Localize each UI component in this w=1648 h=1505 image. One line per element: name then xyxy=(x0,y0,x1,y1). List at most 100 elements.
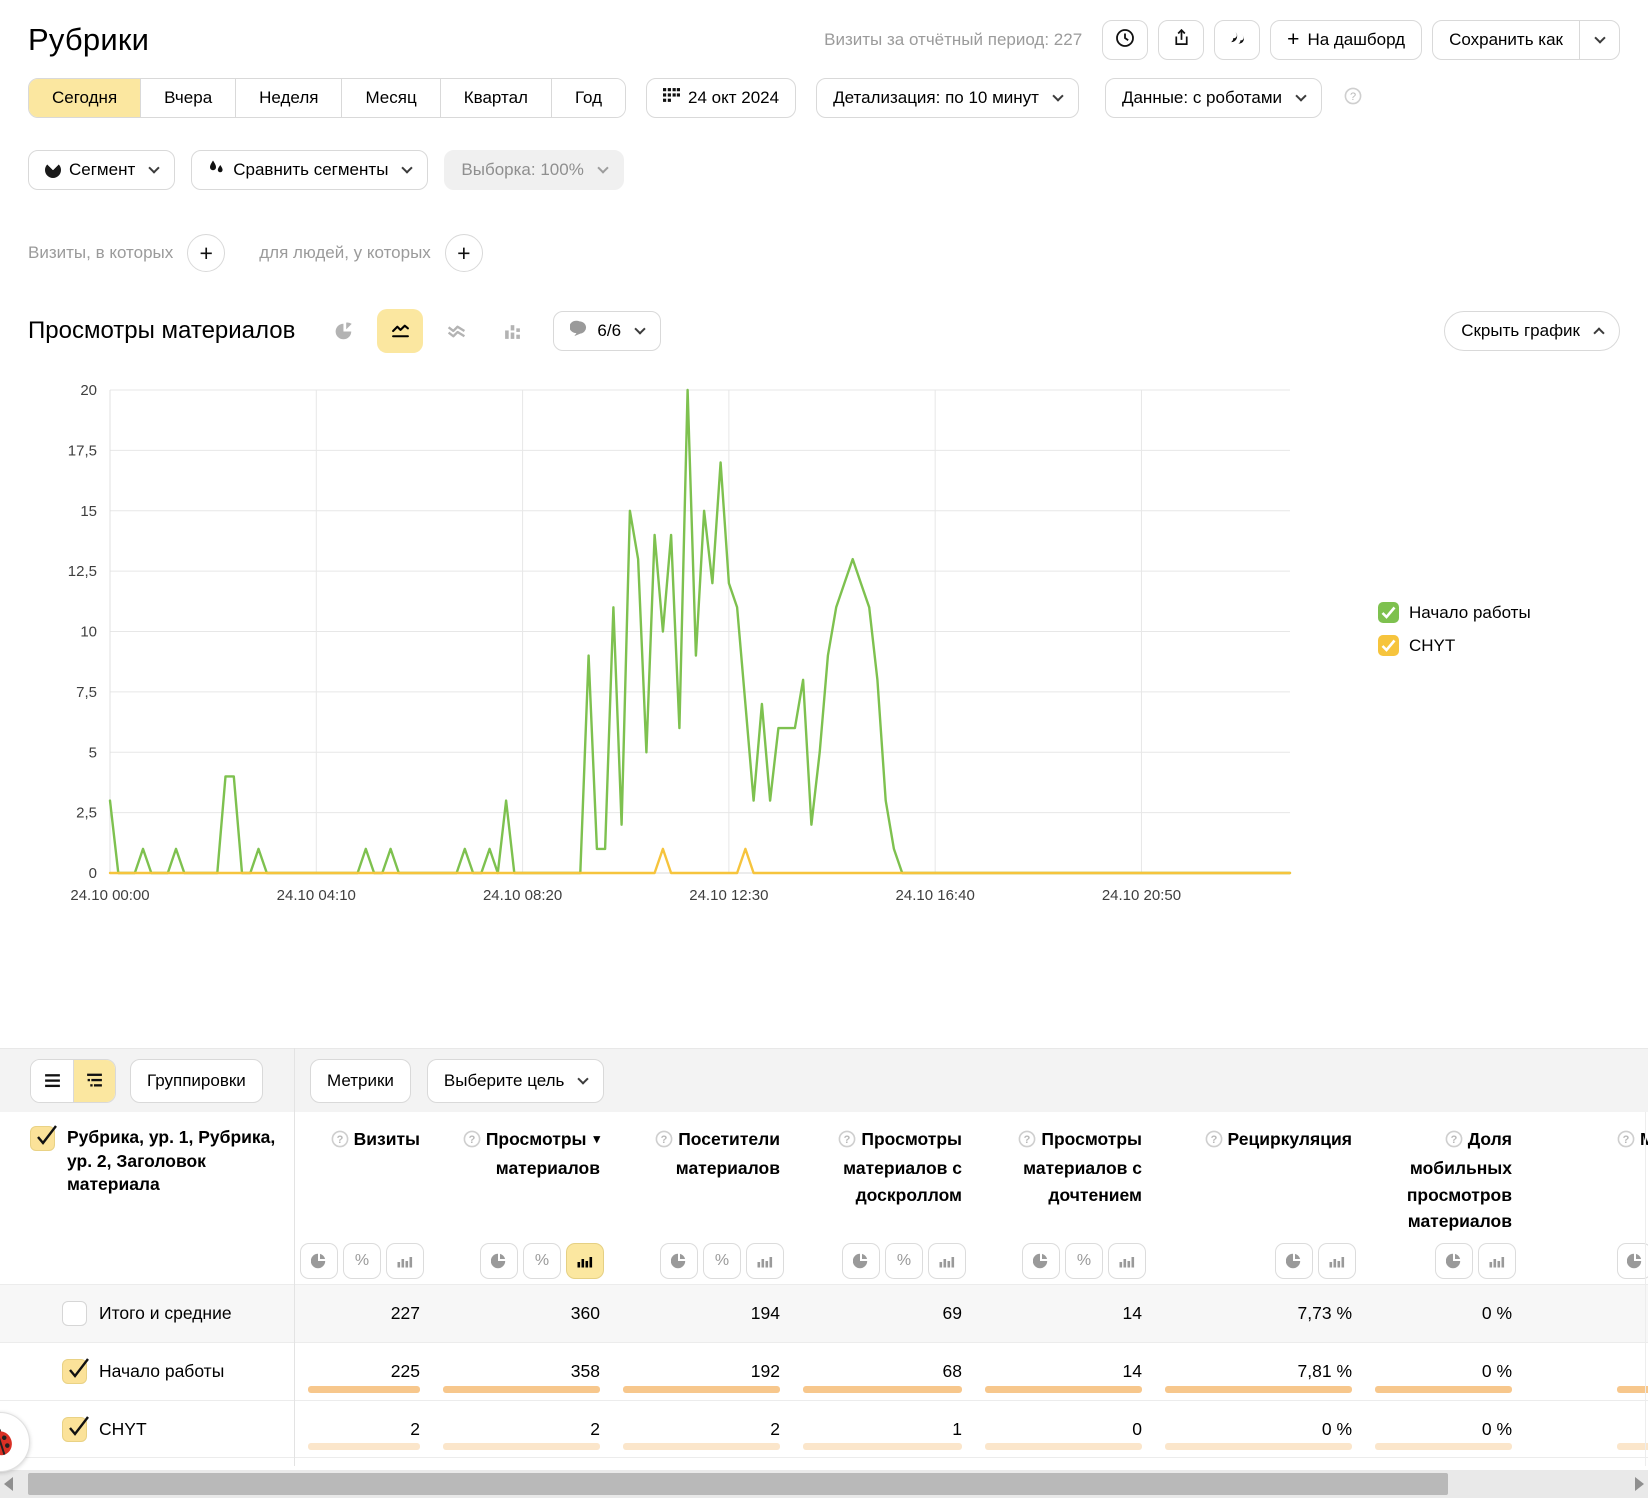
column-chart-icon[interactable] xyxy=(489,309,535,353)
bars-toggle-icon[interactable] xyxy=(1478,1243,1516,1279)
pie-toggle-icon[interactable] xyxy=(480,1243,518,1279)
compare-segments-button[interactable]: Сравнить сегменты xyxy=(191,150,428,190)
column-header-1[interactable]: ?Визиты xyxy=(295,1126,430,1155)
add-people-filter-button[interactable]: + xyxy=(445,234,483,272)
add-to-dashboard-button[interactable]: + На дашборд xyxy=(1270,20,1422,60)
column-toggles-3: % xyxy=(610,1243,790,1279)
row-checkbox[interactable] xyxy=(62,1417,87,1442)
svg-text:?: ? xyxy=(1350,91,1356,103)
pie-toggle-icon[interactable] xyxy=(1022,1243,1060,1279)
line-chart-icon[interactable] xyxy=(377,309,423,353)
percent-toggle-icon[interactable]: % xyxy=(523,1243,561,1279)
export-button[interactable] xyxy=(1158,20,1204,60)
legend-item[interactable]: CHYT xyxy=(1378,635,1531,656)
help-icon[interactable]: ? xyxy=(1344,87,1362,110)
help-icon[interactable]: ? xyxy=(331,1129,349,1155)
schedule-button[interactable] xyxy=(1102,20,1148,60)
metric-value-cell: 2 xyxy=(610,1401,790,1457)
help-icon[interactable]: ? xyxy=(1617,1129,1635,1155)
scroll-left-icon[interactable] xyxy=(4,1477,13,1491)
row-label[interactable]: Начало работы xyxy=(99,1361,224,1382)
metric-value-cell: 0 % xyxy=(1362,1285,1522,1342)
legend-checkbox-icon[interactable] xyxy=(1378,602,1399,623)
goal-select-label: Выберите цель xyxy=(444,1071,565,1091)
date-range-label: 24 окт 2024 xyxy=(688,88,779,108)
column-header-4[interactable]: ?Просмотры материалов с доскроллом xyxy=(790,1126,972,1208)
pie-toggle-icon[interactable] xyxy=(1617,1243,1648,1279)
sample-button[interactable]: Выборка: 100% xyxy=(444,150,623,190)
metric-value-cell: 14 xyxy=(972,1285,1152,1342)
period-tab-сегодня[interactable]: Сегодня xyxy=(29,79,140,117)
comments-toggle-button[interactable] xyxy=(1214,20,1260,60)
data-robots-button[interactable]: Данные: с роботами xyxy=(1105,78,1322,118)
column-header-6[interactable]: ?Рециркуляция xyxy=(1152,1126,1362,1155)
metric-value: 358 xyxy=(571,1361,600,1382)
pie-toggle-icon[interactable] xyxy=(842,1243,880,1279)
goal-select-button[interactable]: Выберите цель xyxy=(427,1059,605,1103)
help-icon[interactable]: ? xyxy=(655,1129,673,1155)
date-range-button[interactable]: 24 окт 2024 xyxy=(646,78,796,118)
row-checkbox[interactable] xyxy=(62,1301,87,1326)
period-tab-месяц[interactable]: Месяц xyxy=(341,79,439,117)
select-all-checkbox[interactable] xyxy=(30,1126,55,1151)
line-chart[interactable]: 02,557,51012,51517,52024.10 00:0024.10 0… xyxy=(0,372,1330,912)
bars-toggle-icon[interactable] xyxy=(1108,1243,1146,1279)
chart-comments-button[interactable]: 6/6 xyxy=(553,311,661,351)
pie-toggle-icon[interactable] xyxy=(660,1243,698,1279)
metric-value: 14 xyxy=(1123,1303,1142,1324)
legend-checkbox-icon[interactable] xyxy=(1378,635,1399,656)
column-header-2[interactable]: ?Просмотры▾материалов xyxy=(430,1126,610,1182)
help-icon[interactable]: ? xyxy=(838,1129,856,1155)
pie-chart-icon[interactable] xyxy=(321,309,367,353)
column-header-7[interactable]: ?Доля мобильных просмотров материалов xyxy=(1362,1126,1522,1234)
legend-item[interactable]: Начало работы xyxy=(1378,602,1531,623)
period-tab-вчера[interactable]: Вчера xyxy=(140,79,235,117)
list-view-icon[interactable] xyxy=(31,1060,73,1102)
row-checkbox[interactable] xyxy=(62,1359,87,1384)
tree-view-icon[interactable] xyxy=(73,1060,115,1102)
segment-label: Сегмент xyxy=(69,160,135,180)
pie-toggle-icon[interactable] xyxy=(1435,1243,1473,1279)
save-as-button[interactable]: Сохранить как xyxy=(1433,21,1579,59)
horizontal-scrollbar[interactable] xyxy=(0,1470,1648,1498)
metric-value: 225 xyxy=(391,1361,420,1382)
period-tab-квартал[interactable]: Квартал xyxy=(440,79,551,117)
groupings-button[interactable]: Группировки xyxy=(130,1059,263,1103)
period-tab-неделя[interactable]: Неделя xyxy=(235,79,341,117)
percent-toggle-icon[interactable]: % xyxy=(343,1243,381,1279)
metrics-button[interactable]: Метрики xyxy=(310,1059,411,1103)
scroll-right-icon[interactable] xyxy=(1635,1477,1644,1491)
period-tab-год[interactable]: Год xyxy=(551,79,625,117)
bars-toggle-icon[interactable] xyxy=(566,1243,604,1279)
help-icon[interactable]: ? xyxy=(1445,1129,1463,1155)
pie-toggle-icon[interactable] xyxy=(300,1243,338,1279)
bars-toggle-icon[interactable] xyxy=(746,1243,784,1279)
help-icon[interactable]: ? xyxy=(463,1129,481,1155)
segment-button[interactable]: Сегмент xyxy=(28,150,175,190)
hide-chart-button[interactable]: Скрыть график xyxy=(1444,311,1620,351)
dimension-header-label[interactable]: Рубрика, ур. 1, Рубрика, ур. 2, Заголово… xyxy=(67,1126,292,1197)
quotes-icon xyxy=(1228,28,1247,52)
column-header-3[interactable]: ?Посетители материалов xyxy=(610,1126,790,1182)
percent-toggle-icon[interactable]: % xyxy=(703,1243,741,1279)
share-bar xyxy=(308,1443,420,1450)
add-visits-filter-button[interactable]: + xyxy=(187,234,225,272)
help-icon[interactable]: ? xyxy=(1018,1129,1036,1155)
bars-toggle-icon[interactable] xyxy=(1318,1243,1356,1279)
row-label[interactable]: Итого и средние xyxy=(99,1303,232,1324)
column-header-5[interactable]: ?Просмотры материалов с дочтением xyxy=(972,1126,1152,1208)
detalization-button[interactable]: Детализация: по 10 минут xyxy=(816,78,1079,118)
row-label[interactable]: CHYT xyxy=(99,1419,147,1440)
percent-toggle-icon[interactable]: % xyxy=(1065,1243,1103,1279)
column-header-8[interactable]: ?М xyxy=(1522,1126,1648,1155)
bars-toggle-icon[interactable] xyxy=(386,1243,424,1279)
scrollbar-thumb[interactable] xyxy=(28,1473,1448,1495)
chart-area: 02,557,51012,51517,52024.10 00:0024.10 0… xyxy=(0,354,1648,914)
stream-chart-icon[interactable] xyxy=(433,309,479,353)
help-icon[interactable]: ? xyxy=(1205,1129,1223,1155)
chevron-down-icon xyxy=(402,162,413,173)
bars-toggle-icon[interactable] xyxy=(928,1243,966,1279)
pie-toggle-icon[interactable] xyxy=(1275,1243,1313,1279)
percent-toggle-icon[interactable]: % xyxy=(885,1243,923,1279)
save-as-menu-button[interactable] xyxy=(1579,21,1619,59)
